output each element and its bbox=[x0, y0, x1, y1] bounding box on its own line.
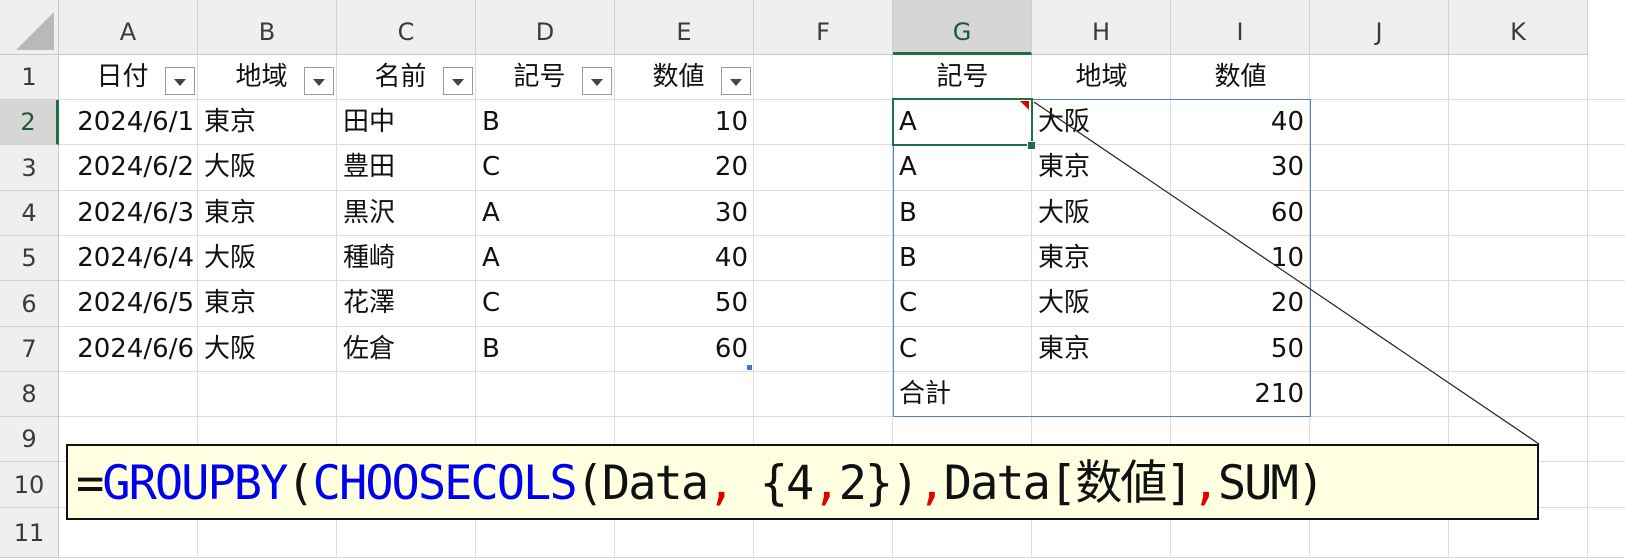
callout-leader-line bbox=[1033, 101, 1540, 445]
